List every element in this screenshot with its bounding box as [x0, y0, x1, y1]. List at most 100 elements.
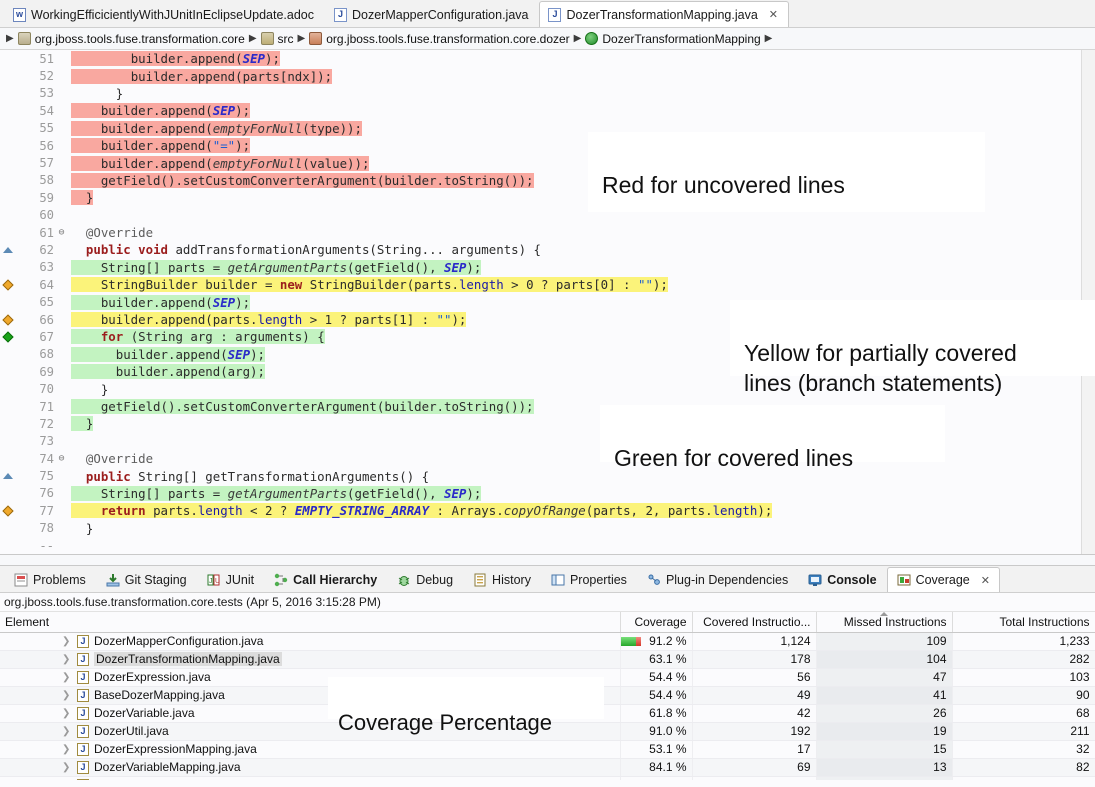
breadcrumb-item-4[interactable]: DozerTransformationMapping — [585, 32, 760, 46]
coverage-percent-value: 84.1 % — [649, 760, 686, 774]
breadcrumb-item-3[interactable]: org.jboss.tools.fuse.transformation.core… — [309, 32, 569, 46]
view-tab-console[interactable]: Console — [798, 567, 886, 592]
code-line[interactable]: 64 StringBuilder builder = new StringBui… — [0, 276, 1095, 293]
view-tab-debug[interactable]: Debug — [387, 567, 463, 592]
code-token: String[] parts = — [101, 486, 228, 501]
view-tab-label: Coverage — [916, 573, 970, 587]
coverage-element-cell[interactable]: ❯JDozerMapperConfiguration.java — [0, 632, 620, 650]
code-text: builder.append(parts.length > 1 ? parts[… — [67, 312, 466, 327]
coverage-column-header-5[interactable]: Total Instructions — [952, 612, 1095, 632]
view-tab-problems[interactable]: Problems — [4, 567, 96, 592]
coverage-column-header-1[interactable]: Element — [0, 612, 620, 632]
code-line[interactable]: 54 builder.append(SEP); — [0, 102, 1095, 119]
code-text: } — [67, 416, 93, 431]
java-file-icon: J — [77, 779, 89, 781]
code-token: } — [86, 190, 93, 205]
editor-tab-1[interactable]: wWorkingEfficicientlyWithJUnitInEclipseU… — [4, 1, 325, 27]
table-row[interactable]: ❯JTransformationArgumentHelper.java93.0 … — [0, 776, 1095, 780]
code-text: } — [67, 86, 123, 101]
expand-arrow-icon[interactable]: ❯ — [62, 762, 72, 773]
editor-tab-3[interactable]: JDozerTransformationMapping.java✕ — [539, 1, 789, 27]
table-row[interactable]: ❯JDozerMapperConfiguration.java91.2 %1,1… — [0, 632, 1095, 650]
coverage-total-instructions-cell: 211 — [952, 722, 1095, 740]
table-row[interactable]: ❯JDozerVariableMapping.java84.1 %691382 — [0, 758, 1095, 776]
coverage-column-header-label: Missed Instructions — [844, 615, 947, 629]
gutter-marker-empty — [0, 259, 16, 276]
view-tab-label: Console — [827, 573, 876, 587]
expand-arrow-icon[interactable]: ❯ — [62, 690, 72, 701]
line-number: 59 — [16, 191, 56, 205]
coverage-element-cell[interactable]: ❯JDozerTransformationMapping.java — [0, 650, 620, 668]
coverage-element-cell[interactable]: ❯JDozerExpressionMapping.java — [0, 740, 620, 758]
code-line[interactable]: 75 public String[] getTransformationArgu… — [0, 467, 1095, 484]
view-tab-properties[interactable]: Properties — [541, 567, 637, 592]
expand-arrow-icon[interactable]: ❯ — [62, 744, 72, 755]
code-tokens: } — [116, 86, 123, 101]
coverage-bar — [620, 637, 641, 646]
properties-icon — [551, 573, 565, 587]
svg-text:J: J — [209, 578, 213, 585]
coverage-percent-cell: 91.2 % — [620, 632, 692, 650]
view-tab-coverage[interactable]: Coverage ✕ — [887, 567, 1000, 592]
fold-toggle-icon[interactable]: ⊖ — [56, 227, 67, 238]
view-tab-call-hierarchy[interactable]: Call Hierarchy — [264, 567, 387, 592]
expand-arrow-icon[interactable]: ❯ — [62, 708, 72, 719]
code-line[interactable]: 62 public void addTransformationArgument… — [0, 241, 1095, 258]
gutter-marker-empty — [0, 450, 16, 467]
code-line[interactable]: 76 String[] parts = getArgumentParts(get… — [0, 485, 1095, 502]
bottom-panel: ProblemsGit StagingJUJUnitCall Hierarchy… — [0, 565, 1095, 787]
fold-toggle-icon[interactable]: ⊖ — [56, 453, 67, 464]
coverage-element-cell[interactable]: ❯JDozerVariableMapping.java — [0, 758, 620, 776]
code-token: @Override — [86, 225, 153, 240]
code-line[interactable]: 53 } — [0, 85, 1095, 102]
gutter-marker-empty — [0, 137, 16, 154]
code-line[interactable]: -- — [0, 537, 1095, 554]
table-row[interactable]: ❯JDozerExpressionMapping.java53.1 %17153… — [0, 740, 1095, 758]
expand-arrow-icon[interactable]: ❯ — [62, 672, 72, 683]
code-line[interactable]: 63 String[] parts = getArgumentParts(get… — [0, 259, 1095, 276]
code-line[interactable]: 77 return parts.length < 2 ? EMPTY_STRIN… — [0, 502, 1095, 519]
line-number: 66 — [16, 313, 56, 327]
coverage-element-label: DozerVariable.java — [94, 706, 195, 720]
code-line[interactable]: 52 builder.append(parts[ndx]); — [0, 67, 1095, 84]
coverage-total-instructions-cell: 103 — [952, 668, 1095, 686]
view-tab-history[interactable]: History — [463, 567, 541, 592]
coverage-column-header-2[interactable]: Coverage — [620, 612, 692, 632]
editor-tab-2[interactable]: JDozerMapperConfiguration.java — [325, 1, 539, 27]
breadcrumb-leading-arrow-icon[interactable]: ▶ — [6, 33, 14, 44]
code-token: "" — [638, 277, 653, 292]
expand-arrow-icon[interactable]: ❯ — [62, 654, 72, 665]
expand-arrow-icon[interactable]: ❯ — [62, 780, 72, 781]
coverage-bar — [620, 763, 641, 772]
code-line[interactable]: 51 builder.append(SEP); — [0, 50, 1095, 67]
view-tab-junit[interactable]: JUJUnit — [197, 567, 264, 592]
code-line[interactable]: 78 } — [0, 520, 1095, 537]
code-tokens: builder.append(arg); — [116, 364, 265, 379]
coverage-column-header-3[interactable]: Covered Instructio... — [692, 612, 816, 632]
line-number: -- — [16, 539, 56, 553]
view-tab-git-staging[interactable]: Git Staging — [96, 567, 197, 592]
coverage-column-header-4[interactable]: Missed Instructions — [816, 612, 952, 632]
coverage-element-cell[interactable]: ❯JTransformationArgumentHelper.java — [0, 776, 620, 780]
call-hierarchy-icon — [274, 573, 288, 587]
close-icon[interactable]: ✕ — [769, 8, 778, 21]
table-row[interactable]: ❯JDozerTransformationMapping.java63.1 %1… — [0, 650, 1095, 668]
code-token: : Arrays. — [429, 503, 504, 518]
code-token: builder.append( — [101, 295, 213, 310]
gutter-marker-empty — [0, 293, 16, 310]
view-tab-plug-in-dependencies[interactable]: Plug-in Dependencies — [637, 567, 798, 592]
expand-arrow-icon[interactable]: ❯ — [62, 726, 72, 737]
code-tokens: @Override — [86, 225, 153, 240]
code-line[interactable]: 61⊖ @Override — [0, 224, 1095, 241]
code-token: emptyForNull — [213, 121, 303, 136]
code-token: builder.append( — [101, 121, 213, 136]
breadcrumb-item-2[interactable]: src — [261, 32, 294, 46]
coverage-bar — [620, 727, 641, 736]
close-icon[interactable]: ✕ — [981, 574, 990, 587]
breadcrumb-item-1[interactable]: org.jboss.tools.fuse.transformation.core — [18, 32, 245, 46]
code-token: getArgumentParts — [228, 486, 347, 501]
expand-arrow-icon[interactable]: ❯ — [62, 636, 72, 647]
code-token: ); — [451, 312, 466, 327]
code-token: builder.append(parts[ndx]); — [131, 69, 332, 84]
code-editor[interactable]: 51 builder.append(SEP);52 builder.append… — [0, 50, 1095, 555]
